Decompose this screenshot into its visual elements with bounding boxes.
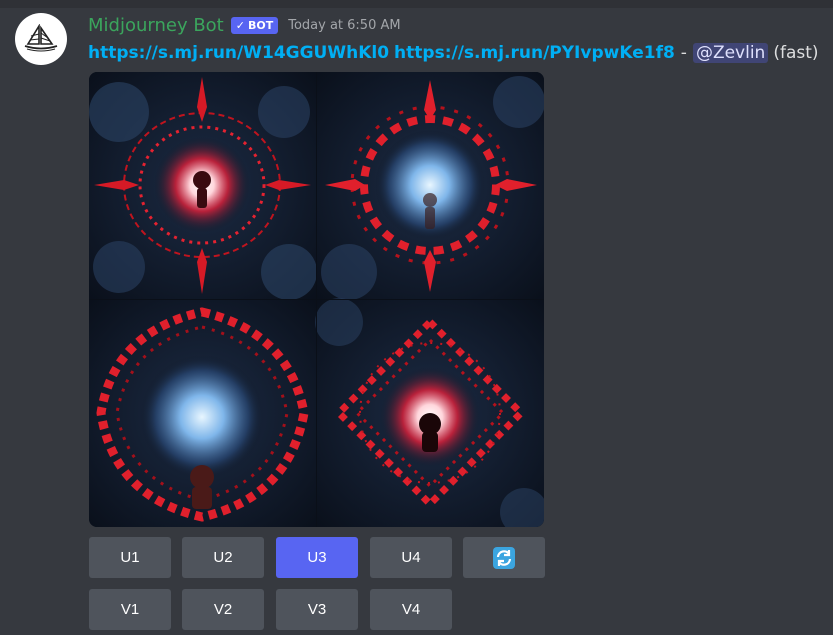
message-header: Midjourney Bot ✓ BOT Today at 6:50 AM	[88, 12, 401, 38]
message-content: https://s.mj.run/W14GGUWhKl0 https://s.m…	[88, 40, 819, 66]
upscale-3-button[interactable]: U3	[276, 537, 358, 578]
upscale-4-button[interactable]: U4	[370, 537, 452, 578]
link-1[interactable]: https://s.mj.run/W14GGUWhKl0	[88, 43, 389, 63]
separator: -	[680, 43, 687, 63]
avatar[interactable]	[15, 13, 67, 65]
check-icon: ✓	[235, 18, 245, 32]
variation-1-button[interactable]: V1	[89, 589, 171, 630]
variation-2-button[interactable]: V2	[182, 589, 264, 630]
bot-badge-label: BOT	[247, 18, 274, 32]
generation-speed: (fast)	[773, 43, 819, 63]
refresh-icon	[493, 546, 515, 569]
link-2[interactable]: https://s.mj.run/PYIvpwKe1f8	[394, 43, 675, 63]
variation-4-button[interactable]: V4	[370, 589, 452, 630]
bot-message: Midjourney Bot ✓ BOT Today at 6:50 AM ht…	[0, 0, 833, 635]
username[interactable]: Midjourney Bot	[88, 15, 224, 36]
image-tile-3[interactable]	[89, 300, 316, 527]
midjourney-boat-icon	[24, 24, 58, 52]
timestamp: Today at 6:50 AM	[288, 17, 401, 33]
image-grid[interactable]	[89, 72, 544, 527]
reroll-button[interactable]	[463, 537, 545, 578]
upscale-2-button[interactable]: U2	[182, 537, 264, 578]
image-tile-4[interactable]	[315, 298, 544, 527]
image-tile-1[interactable]	[89, 72, 317, 300]
image-tile-2[interactable]	[317, 72, 544, 300]
user-mention[interactable]: @Zevlin	[692, 43, 769, 63]
bot-badge: ✓ BOT	[230, 16, 279, 34]
upscale-1-button[interactable]: U1	[89, 537, 171, 578]
variation-3-button[interactable]: V3	[276, 589, 358, 630]
